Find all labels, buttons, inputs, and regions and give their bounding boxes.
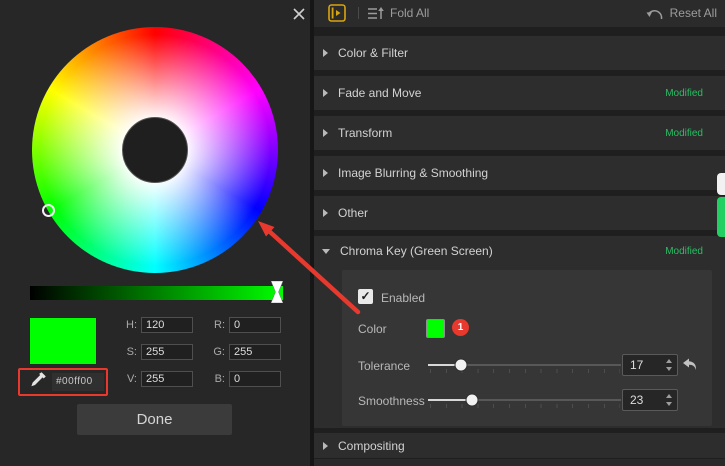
chevron-right-icon <box>323 442 328 450</box>
color-wheel-selector-ring[interactable] <box>42 204 55 217</box>
b-input[interactable] <box>229 371 281 387</box>
slider-fill <box>428 399 472 401</box>
effects-toolbar: Fold All Reset All <box>314 0 725 27</box>
color-wheel[interactable] <box>32 27 278 273</box>
section-fade-and-move[interactable]: Fade and Move Modified <box>314 76 725 110</box>
section-label: Image Blurring & Smoothing <box>338 166 488 180</box>
smoothness-slider[interactable] <box>428 390 621 410</box>
tolerance-slider[interactable] <box>428 355 621 375</box>
close-icon[interactable] <box>290 5 308 23</box>
section-image-blurring-smoothing[interactable]: Image Blurring & Smoothing <box>314 156 725 190</box>
color-fields: H: R: S: G: V: B: <box>119 317 299 387</box>
done-button[interactable]: Done <box>77 404 232 435</box>
edge-slider-handle[interactable] <box>717 173 725 195</box>
v-label: V: <box>119 373 137 385</box>
reset-all-icon <box>646 8 663 26</box>
tolerance-input[interactable] <box>623 358 661 372</box>
color-picker-dialog: #00ff00 H: R: S: G: V: B: Done <box>0 0 310 466</box>
h-label: H: <box>119 319 137 331</box>
spinner-down-icon[interactable] <box>666 367 672 371</box>
g-label: G: <box>207 346 225 358</box>
value-gradient-slider[interactable] <box>30 286 283 300</box>
chroma-key-subpanel: ✓ Enabled Color 1 Tolerance <box>342 270 712 426</box>
tolerance-value-box <box>622 354 678 376</box>
smoothness-input[interactable] <box>623 393 661 407</box>
g-input[interactable] <box>229 344 281 360</box>
color-wheel-center-hole <box>122 117 188 183</box>
reset-all-button[interactable]: Reset All <box>670 0 717 27</box>
chevron-right-icon <box>323 209 328 217</box>
section-other[interactable]: Other <box>314 196 725 230</box>
chevron-right-icon <box>323 169 328 177</box>
tolerance-label: Tolerance <box>358 359 410 373</box>
bottom-strip <box>314 459 725 466</box>
section-color-and-filter[interactable]: Color & Filter <box>314 36 725 70</box>
section-label: Transform <box>338 126 392 140</box>
chevron-right-icon <box>323 89 328 97</box>
modified-badge: Modified <box>665 246 703 257</box>
fold-all-button[interactable]: Fold All <box>390 0 429 27</box>
annotation-highlight-box <box>18 368 108 396</box>
edge-slider-fill <box>717 197 725 237</box>
v-input[interactable] <box>141 371 193 387</box>
spinner-up-icon[interactable] <box>666 394 672 398</box>
chroma-color-swatch[interactable] <box>426 319 445 338</box>
modified-badge: Modified <box>665 88 703 99</box>
smoothness-slider-handle[interactable] <box>467 395 478 406</box>
chevron-right-icon <box>323 49 328 57</box>
r-input[interactable] <box>229 317 281 333</box>
b-label: B: <box>207 373 225 385</box>
enabled-label: Enabled <box>381 291 425 305</box>
animation-panel-icon[interactable] <box>328 4 346 27</box>
color-label: Color <box>358 322 387 336</box>
section-label: Compositing <box>338 439 405 453</box>
section-compositing[interactable]: Compositing <box>314 433 725 458</box>
current-color-swatch <box>30 318 96 364</box>
section-chroma-key: Chroma Key (Green Screen) Modified ✓ Ena… <box>314 236 725 428</box>
section-label: Other <box>338 206 368 220</box>
smoothness-label: Smoothness <box>358 394 425 408</box>
fold-all-icon <box>368 7 384 25</box>
smoothness-value-box <box>622 389 678 411</box>
chroma-key-header[interactable]: Chroma Key (Green Screen) Modified <box>314 236 725 266</box>
spinner-down-icon[interactable] <box>666 402 672 406</box>
spinner-up-icon[interactable] <box>666 359 672 363</box>
section-label: Color & Filter <box>338 46 408 60</box>
tolerance-slider-handle[interactable] <box>455 360 466 371</box>
annotation-step-badge: 1 <box>452 319 469 336</box>
app-window: #00ff00 H: R: S: G: V: B: Done <box>0 0 725 466</box>
enabled-checkbox[interactable]: ✓ <box>358 289 373 304</box>
chevron-right-icon <box>323 129 328 137</box>
effects-panel: Fold All Reset All Color & Filter Fade a… <box>314 0 725 466</box>
modified-badge: Modified <box>665 128 703 139</box>
value-slider-handle[interactable] <box>271 281 283 308</box>
h-input[interactable] <box>141 317 193 333</box>
section-label: Fade and Move <box>338 86 421 100</box>
toolbar-separator <box>358 7 359 19</box>
section-transform[interactable]: Transform Modified <box>314 116 725 150</box>
s-input[interactable] <box>141 344 193 360</box>
slider-ticks <box>430 404 620 408</box>
section-label: Chroma Key (Green Screen) <box>340 244 493 258</box>
chevron-down-icon <box>322 249 330 254</box>
s-label: S: <box>119 346 137 358</box>
tolerance-reset-icon[interactable] <box>682 358 698 372</box>
r-label: R: <box>207 319 225 331</box>
